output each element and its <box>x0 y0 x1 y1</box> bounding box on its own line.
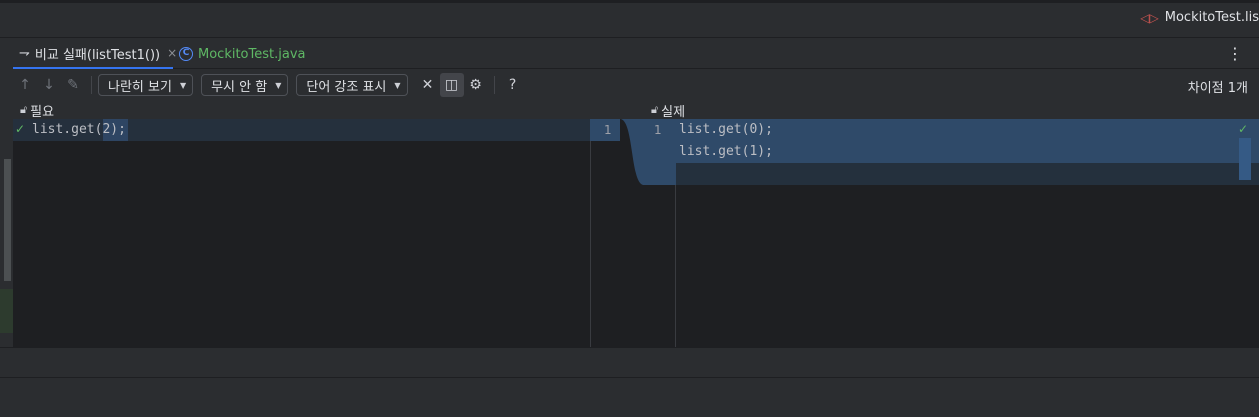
diff-toolbar: ↑ ↓ ✎ 나란히 보기 ▼ 무시 안 함 ▼ 단어 강조 표시 ▼ ✕ ◫ ⚙… <box>13 70 1259 100</box>
code-line: list.get(1); <box>679 144 773 159</box>
edit-icon[interactable]: ✎ <box>61 73 85 97</box>
next-difference-icon[interactable]: ↓ <box>37 73 61 97</box>
more-options-icon[interactable]: ⋮ <box>1227 44 1243 63</box>
toolbar-separator <box>91 76 92 94</box>
collapse-unchanged-icon[interactable]: ✕ <box>416 73 440 97</box>
chevron-down-icon: ▼ <box>179 80 187 90</box>
check-icon: ✓ <box>15 122 26 136</box>
bottom-panel-bar <box>0 347 1259 378</box>
chevron-down-icon: ▼ <box>275 80 282 90</box>
difference-count: 차이점 1개 <box>1187 81 1248 96</box>
top-line <box>0 0 1259 3</box>
right-line-number: 1 <box>654 123 662 137</box>
change-marker <box>0 289 13 333</box>
right-pane-title: 🔓︎ 실제 <box>651 101 686 120</box>
changed-line-background <box>676 163 1259 185</box>
viewer-mode-dropdown[interactable]: 나란히 보기 ▼ <box>98 74 194 96</box>
chevron-down-icon: ▼ <box>394 80 401 90</box>
tab-label: 비교 실패(listTest1()) <box>34 47 161 63</box>
class-icon: C <box>179 47 193 61</box>
scroll-marker <box>4 159 11 281</box>
run-tab[interactable]: ◁▷ MockitoTest.lis <box>1140 10 1259 25</box>
viewer-mode-label: 나란히 보기 <box>108 79 172 95</box>
tab-comparison-failure[interactable]: ⇁ 비교 실패(listTest1()) × <box>13 39 177 69</box>
ignore-mode-label: 무시 안 함 <box>211 79 268 95</box>
actual-editor[interactable]: ✓ list.get(0); list.get(1); <box>676 119 1259 347</box>
previous-difference-icon[interactable]: ↑ <box>13 73 37 97</box>
code-line: list.get(0); <box>679 122 773 137</box>
left-tool-strip <box>0 119 13 347</box>
top-bar: ◁▷ MockitoTest.lis <box>0 0 1259 38</box>
sync-scroll-icon[interactable]: ◫ <box>439 73 464 97</box>
left-pane-title-label: 필요 <box>30 104 55 120</box>
highlight-mode-dropdown[interactable]: 단어 강조 표시 ▼ <box>296 74 408 96</box>
right-pane-title-label: 실제 <box>661 104 686 120</box>
lock-icon: 🔓︎ <box>20 103 28 116</box>
gear-icon[interactable]: ⚙ <box>464 73 488 97</box>
left-pane-title: 🔓︎ 필요 <box>20 101 55 120</box>
tab-label: MockitoTest.java <box>198 46 306 62</box>
diff-connector <box>590 119 676 185</box>
compare-arrows-icon: ⇁ <box>19 45 30 61</box>
expected-editor[interactable]: ✓ list.get(2); <box>13 119 590 347</box>
code-line: list.get(2); <box>32 122 126 137</box>
editor-tab-bar: ⇁ 비교 실패(listTest1()) × C MockitoTest.jav… <box>13 39 1259 69</box>
diff-arrows-icon: ◁▷ <box>1140 10 1159 25</box>
help-icon[interactable]: ? <box>501 73 525 97</box>
diff-gutter: 1 1 <box>590 119 676 347</box>
status-area <box>0 379 1259 417</box>
scrollbar-change-marker <box>1239 138 1251 180</box>
tab-mockito-test[interactable]: C MockitoTest.java <box>173 39 311 69</box>
left-line-number: 1 <box>604 123 612 137</box>
ignore-mode-dropdown[interactable]: 무시 안 함 ▼ <box>201 74 289 96</box>
run-tab-label: MockitoTest.lis <box>1164 10 1259 25</box>
toolbar-separator <box>493 76 495 94</box>
check-icon: ✓ <box>1238 122 1249 136</box>
lock-icon: 🔓︎ <box>651 103 659 116</box>
highlight-mode-label: 단어 강조 표시 <box>306 79 387 95</box>
